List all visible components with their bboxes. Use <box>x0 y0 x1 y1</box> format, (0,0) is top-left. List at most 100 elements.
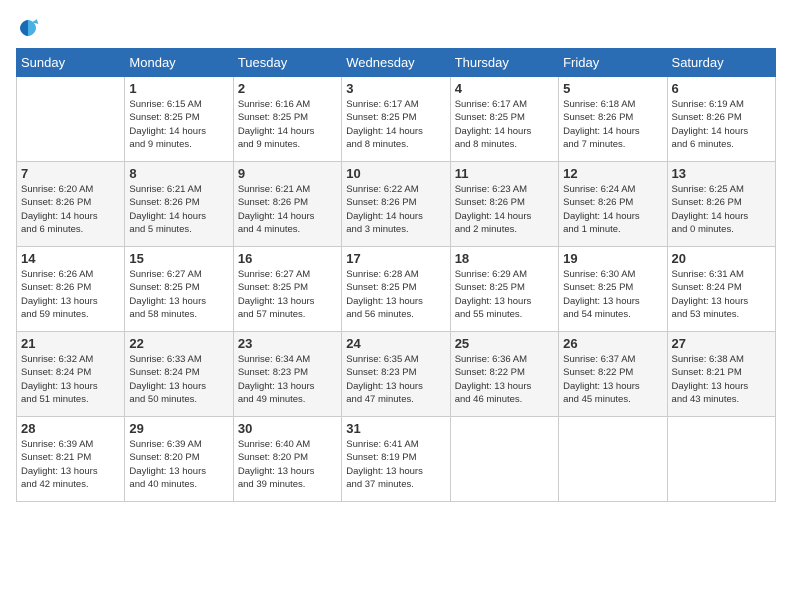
day-number: 16 <box>238 251 337 266</box>
logo-icon <box>16 16 40 40</box>
week-row-5: 28 Sunrise: 6:39 AM Sunset: 8:21 PM Dayli… <box>17 417 776 502</box>
calendar-cell <box>667 417 775 502</box>
calendar-cell: 28 Sunrise: 6:39 AM Sunset: 8:21 PM Dayli… <box>17 417 125 502</box>
day-number: 20 <box>672 251 771 266</box>
cell-content: Sunrise: 6:32 AM Sunset: 8:24 PM Dayligh… <box>21 353 120 406</box>
cell-content: Sunrise: 6:33 AM Sunset: 8:24 PM Dayligh… <box>129 353 228 406</box>
logo <box>16 16 44 40</box>
day-number: 6 <box>672 81 771 96</box>
calendar-cell: 6 Sunrise: 6:19 AM Sunset: 8:26 PM Daylig… <box>667 77 775 162</box>
cell-content: Sunrise: 6:23 AM Sunset: 8:26 PM Dayligh… <box>455 183 554 236</box>
day-number: 8 <box>129 166 228 181</box>
calendar-cell: 9Sunrise: 6:21 AM Sunset: 8:26 PM Daylig… <box>233 162 341 247</box>
day-number: 19 <box>563 251 662 266</box>
day-number: 26 <box>563 336 662 351</box>
cell-content: Sunrise: 6:28 AM Sunset: 8:25 PM Dayligh… <box>346 268 445 321</box>
calendar-cell: 8 Sunrise: 6:21 AM Sunset: 8:26 PM Daylig… <box>125 162 233 247</box>
cell-content: Sunrise: 6:41 AM Sunset: 8:19 PM Dayligh… <box>346 438 445 491</box>
day-number: 28 <box>21 421 120 436</box>
calendar-cell: 7Sunrise: 6:20 AM Sunset: 8:26 PM Daylig… <box>17 162 125 247</box>
week-row-2: 7Sunrise: 6:20 AM Sunset: 8:26 PM Daylig… <box>17 162 776 247</box>
col-header-friday: Friday <box>559 49 667 77</box>
calendar-header-row: SundayMondayTuesdayWednesdayThursdayFrid… <box>17 49 776 77</box>
calendar-cell: 2 Sunrise: 6:16 AM Sunset: 8:25 PM Daylig… <box>233 77 341 162</box>
calendar-cell: 31 Sunrise: 6:41 AM Sunset: 8:19 PM Dayli… <box>342 417 450 502</box>
calendar-cell: 23 Sunrise: 6:34 AM Sunset: 8:23 PM Dayli… <box>233 332 341 417</box>
col-header-tuesday: Tuesday <box>233 49 341 77</box>
day-number: 11 <box>455 166 554 181</box>
week-row-3: 14Sunrise: 6:26 AM Sunset: 8:26 PM Dayli… <box>17 247 776 332</box>
calendar-cell: 12 Sunrise: 6:24 AM Sunset: 8:26 PM Dayli… <box>559 162 667 247</box>
cell-content: Sunrise: 6:30 AM Sunset: 8:25 PM Dayligh… <box>563 268 662 321</box>
cell-content: Sunrise: 6:39 AM Sunset: 8:21 PM Dayligh… <box>21 438 120 491</box>
cell-content: Sunrise: 6:27 AM Sunset: 8:25 PM Dayligh… <box>238 268 337 321</box>
day-number: 27 <box>672 336 771 351</box>
calendar-cell: 5Sunrise: 6:18 AM Sunset: 8:26 PM Daylig… <box>559 77 667 162</box>
week-row-1: 1 Sunrise: 6:15 AM Sunset: 8:25 PM Daylig… <box>17 77 776 162</box>
cell-content: Sunrise: 6:40 AM Sunset: 8:20 PM Dayligh… <box>238 438 337 491</box>
calendar-cell: 15 Sunrise: 6:27 AM Sunset: 8:25 PM Dayli… <box>125 247 233 332</box>
calendar-cell <box>450 417 558 502</box>
calendar-cell: 24 Sunrise: 6:35 AM Sunset: 8:23 PM Dayli… <box>342 332 450 417</box>
calendar-cell: 20 Sunrise: 6:31 AM Sunset: 8:24 PM Dayli… <box>667 247 775 332</box>
cell-content: Sunrise: 6:18 AM Sunset: 8:26 PM Dayligh… <box>563 98 662 151</box>
day-number: 13 <box>672 166 771 181</box>
calendar-cell: 10 Sunrise: 6:22 AM Sunset: 8:26 PM Dayli… <box>342 162 450 247</box>
cell-content: Sunrise: 6:36 AM Sunset: 8:22 PM Dayligh… <box>455 353 554 406</box>
calendar-cell: 19 Sunrise: 6:30 AM Sunset: 8:25 PM Dayli… <box>559 247 667 332</box>
day-number: 14 <box>21 251 120 266</box>
day-number: 9 <box>238 166 337 181</box>
cell-content: Sunrise: 6:15 AM Sunset: 8:25 PM Dayligh… <box>129 98 228 151</box>
day-number: 25 <box>455 336 554 351</box>
calendar-cell: 17Sunrise: 6:28 AM Sunset: 8:25 PM Dayli… <box>342 247 450 332</box>
cell-content: Sunrise: 6:17 AM Sunset: 8:25 PM Dayligh… <box>346 98 445 151</box>
cell-content: Sunrise: 6:16 AM Sunset: 8:25 PM Dayligh… <box>238 98 337 151</box>
calendar-cell: 26 Sunrise: 6:37 AM Sunset: 8:22 PM Dayli… <box>559 332 667 417</box>
col-header-saturday: Saturday <box>667 49 775 77</box>
cell-content: Sunrise: 6:22 AM Sunset: 8:26 PM Dayligh… <box>346 183 445 236</box>
calendar-cell: 13 Sunrise: 6:25 AM Sunset: 8:26 PM Dayli… <box>667 162 775 247</box>
calendar-cell: 3 Sunrise: 6:17 AM Sunset: 8:25 PM Daylig… <box>342 77 450 162</box>
day-number: 4 <box>455 81 554 96</box>
day-number: 1 <box>129 81 228 96</box>
cell-content: Sunrise: 6:19 AM Sunset: 8:26 PM Dayligh… <box>672 98 771 151</box>
calendar-cell: 16 Sunrise: 6:27 AM Sunset: 8:25 PM Dayli… <box>233 247 341 332</box>
calendar-cell <box>559 417 667 502</box>
calendar-table: SundayMondayTuesdayWednesdayThursdayFrid… <box>16 48 776 502</box>
cell-content: Sunrise: 6:21 AM Sunset: 8:26 PM Dayligh… <box>129 183 228 236</box>
day-number: 23 <box>238 336 337 351</box>
calendar-cell: 29Sunrise: 6:39 AM Sunset: 8:20 PM Dayli… <box>125 417 233 502</box>
calendar-cell: 11 Sunrise: 6:23 AM Sunset: 8:26 PM Dayli… <box>450 162 558 247</box>
cell-content: Sunrise: 6:31 AM Sunset: 8:24 PM Dayligh… <box>672 268 771 321</box>
day-number: 22 <box>129 336 228 351</box>
cell-content: Sunrise: 6:37 AM Sunset: 8:22 PM Dayligh… <box>563 353 662 406</box>
day-number: 15 <box>129 251 228 266</box>
week-row-4: 21Sunrise: 6:32 AM Sunset: 8:24 PM Dayli… <box>17 332 776 417</box>
cell-content: Sunrise: 6:35 AM Sunset: 8:23 PM Dayligh… <box>346 353 445 406</box>
cell-content: Sunrise: 6:34 AM Sunset: 8:23 PM Dayligh… <box>238 353 337 406</box>
day-number: 31 <box>346 421 445 436</box>
cell-content: Sunrise: 6:17 AM Sunset: 8:25 PM Dayligh… <box>455 98 554 151</box>
day-number: 18 <box>455 251 554 266</box>
cell-content: Sunrise: 6:25 AM Sunset: 8:26 PM Dayligh… <box>672 183 771 236</box>
cell-content: Sunrise: 6:27 AM Sunset: 8:25 PM Dayligh… <box>129 268 228 321</box>
day-number: 24 <box>346 336 445 351</box>
calendar-cell: 1 Sunrise: 6:15 AM Sunset: 8:25 PM Daylig… <box>125 77 233 162</box>
col-header-wednesday: Wednesday <box>342 49 450 77</box>
calendar-cell: 25 Sunrise: 6:36 AM Sunset: 8:22 PM Dayli… <box>450 332 558 417</box>
calendar-cell: 14Sunrise: 6:26 AM Sunset: 8:26 PM Dayli… <box>17 247 125 332</box>
cell-content: Sunrise: 6:29 AM Sunset: 8:25 PM Dayligh… <box>455 268 554 321</box>
day-number: 29 <box>129 421 228 436</box>
calendar-cell: 22 Sunrise: 6:33 AM Sunset: 8:24 PM Dayli… <box>125 332 233 417</box>
cell-content: Sunrise: 6:24 AM Sunset: 8:26 PM Dayligh… <box>563 183 662 236</box>
calendar-cell: 4 Sunrise: 6:17 AM Sunset: 8:25 PM Daylig… <box>450 77 558 162</box>
day-number: 10 <box>346 166 445 181</box>
col-header-monday: Monday <box>125 49 233 77</box>
page-header <box>16 16 776 40</box>
cell-content: Sunrise: 6:38 AM Sunset: 8:21 PM Dayligh… <box>672 353 771 406</box>
calendar-cell: 27 Sunrise: 6:38 AM Sunset: 8:21 PM Dayli… <box>667 332 775 417</box>
day-number: 12 <box>563 166 662 181</box>
day-number: 3 <box>346 81 445 96</box>
calendar-cell <box>17 77 125 162</box>
day-number: 2 <box>238 81 337 96</box>
